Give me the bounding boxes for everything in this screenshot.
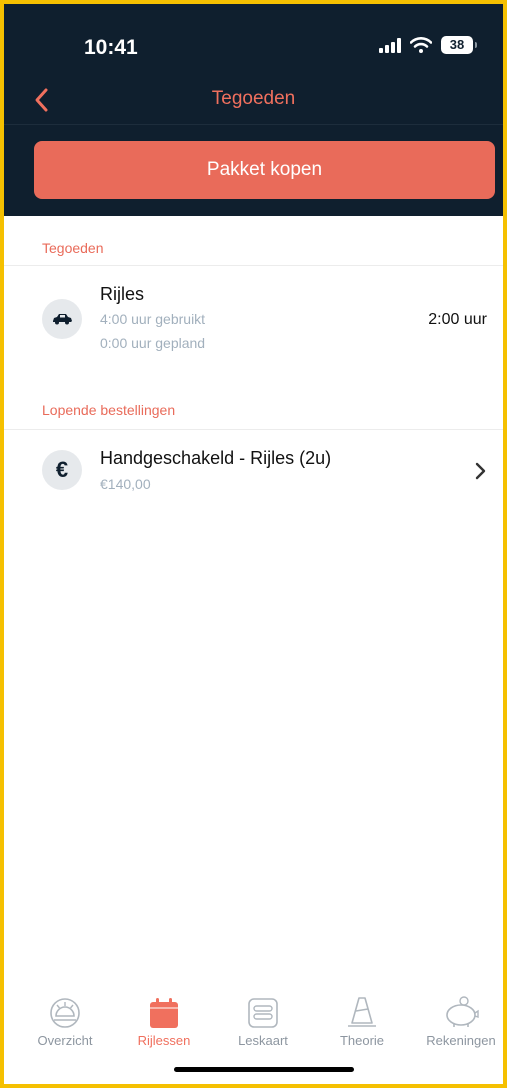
tab-label: Leskaart xyxy=(238,1033,288,1048)
tab-bar: Overzicht Rijlessen Leskaart Theorie Rek… xyxy=(4,989,503,1059)
tab-leskaart[interactable]: Leskaart xyxy=(218,989,308,1048)
credit-remaining: 2:00 uur xyxy=(428,311,487,328)
tab-label: Rekeningen xyxy=(426,1033,496,1048)
divider xyxy=(4,265,503,266)
signal-icon xyxy=(379,37,401,53)
battery-icon: 38 xyxy=(441,36,477,54)
header: 10:41 38 Tegoeden Pakket kopen xyxy=(4,4,503,216)
tab-rijlessen[interactable]: Rijlessen xyxy=(119,989,209,1048)
credits-section-title: Tegoeden xyxy=(42,240,104,256)
euro-icon: € xyxy=(42,450,82,490)
wifi-icon xyxy=(410,37,432,53)
cone-icon xyxy=(348,997,376,1027)
credit-title: Rijles xyxy=(100,284,145,304)
credit-used: 4:00 uur gebruikt xyxy=(100,311,206,327)
calendar-icon xyxy=(150,998,178,1028)
tab-label: Overzicht xyxy=(37,1033,93,1048)
status-time: 10:41 xyxy=(84,36,138,59)
tab-label: Rijlessen xyxy=(137,1033,191,1048)
status-icons: 38 xyxy=(379,36,477,54)
page-title: Tegoeden xyxy=(211,88,296,109)
car-icon xyxy=(42,299,82,339)
piggy-bank-icon xyxy=(446,996,479,1027)
sun-icon xyxy=(50,998,80,1028)
app-screen: 10:41 38 Tegoeden Pakket kopen Tegoeden xyxy=(4,4,503,1084)
orders-section-title: Lopende bestellingen xyxy=(42,402,176,418)
credit-planned: 0:00 uur gepland xyxy=(100,335,206,351)
tab-rekeningen[interactable]: Rekeningen xyxy=(416,989,503,1048)
order-price: €140,00 xyxy=(100,476,151,492)
tab-label: Theorie xyxy=(339,1033,385,1048)
buy-package-button[interactable]: Pakket kopen xyxy=(34,141,495,199)
chevron-right-icon xyxy=(475,462,486,480)
tab-overzicht[interactable]: Overzicht xyxy=(20,989,110,1048)
home-indicator xyxy=(174,1067,354,1072)
tab-theorie[interactable]: Theorie xyxy=(317,989,407,1048)
header-divider xyxy=(4,124,503,125)
order-title: Handgeschakeld - Rijles (2u) xyxy=(100,448,332,468)
order-item[interactable]: € Handgeschakeld - Rijles (2u) €140,00 xyxy=(4,430,503,510)
card-icon xyxy=(248,998,278,1028)
